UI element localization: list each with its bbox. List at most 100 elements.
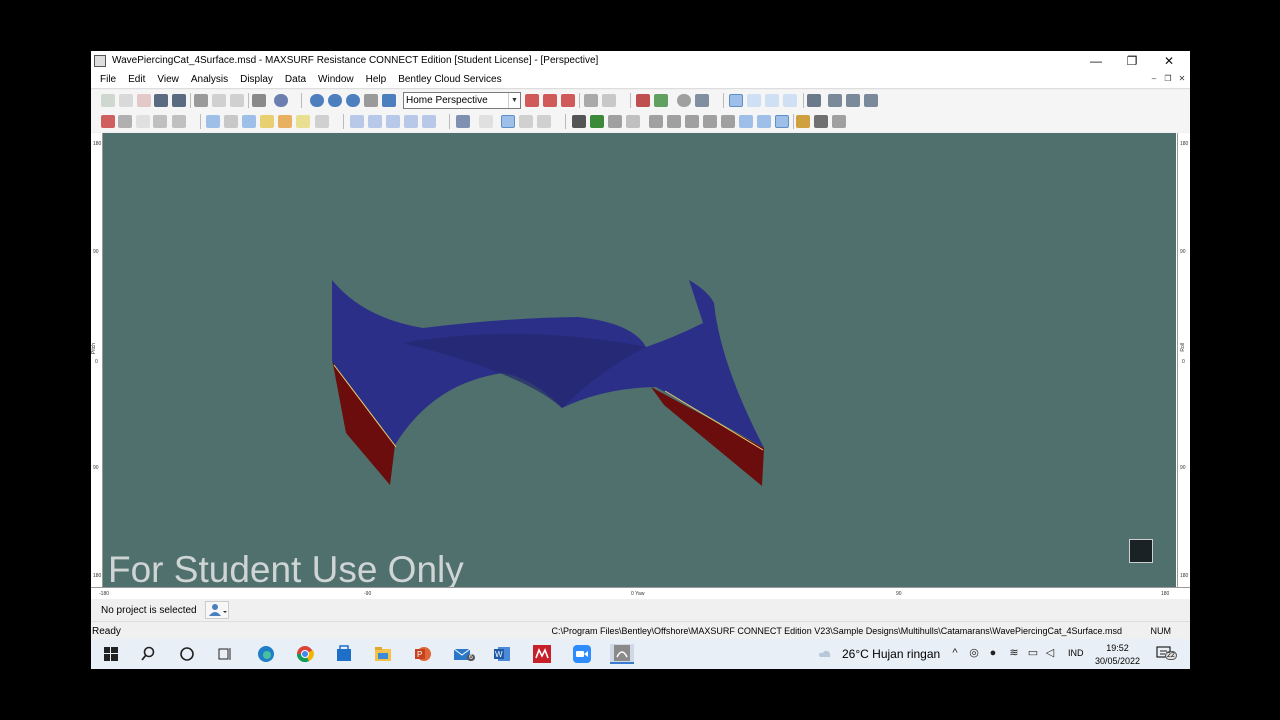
restore-home-icon[interactable] (561, 94, 575, 107)
query-icon[interactable] (572, 115, 586, 128)
paste-icon[interactable] (230, 94, 244, 107)
zoom-fit-icon[interactable] (346, 94, 360, 107)
save-all-icon[interactable] (172, 94, 186, 107)
chart-icon[interactable] (828, 94, 842, 107)
print-icon[interactable] (252, 94, 266, 107)
graph-icon[interactable] (654, 94, 668, 107)
arrows-icon[interactable] (739, 115, 753, 128)
cut-icon[interactable] (194, 94, 208, 107)
windows-start-icon[interactable] (101, 644, 121, 664)
layers-icon[interactable] (584, 94, 598, 107)
file-explorer-icon[interactable] (373, 644, 393, 664)
new-icon[interactable] (101, 94, 115, 107)
rotate-icon[interactable] (382, 94, 396, 107)
chevron-up-icon[interactable]: ^ (949, 647, 961, 660)
powerpoint-icon[interactable]: P (413, 644, 433, 664)
plane-icon[interactable] (667, 115, 681, 128)
zebra-icon[interactable] (296, 115, 310, 128)
mdi-restore-button[interactable]: ❐ (1163, 74, 1173, 84)
solve-icon[interactable] (677, 94, 691, 107)
view-body-plan-icon[interactable] (783, 94, 797, 107)
net-icon[interactable] (224, 115, 238, 128)
zoom-in-icon[interactable] (310, 94, 324, 107)
copy-icon[interactable] (212, 94, 226, 107)
word-icon[interactable]: W (492, 644, 512, 664)
buttocks-icon[interactable] (368, 115, 382, 128)
menu-display[interactable]: Display (234, 74, 279, 85)
project-user-button[interactable] (204, 601, 229, 619)
task-view-icon[interactable] (215, 644, 235, 664)
data-icon[interactable] (636, 94, 650, 107)
open-icon[interactable] (119, 94, 133, 107)
maximize-button[interactable]: ❐ (1114, 51, 1150, 70)
navigation-cube[interactable] (1129, 539, 1153, 563)
cortana-icon[interactable] (177, 644, 197, 664)
settings-icon[interactable] (172, 115, 186, 128)
set-home-icon[interactable] (543, 94, 557, 107)
pitch-ruler[interactable]: 180 90 Pitch 0 90 180 (91, 133, 103, 587)
font-icon[interactable] (136, 115, 150, 128)
box-select-icon[interactable] (501, 115, 515, 128)
tools-icon[interactable] (832, 115, 846, 128)
line-icon[interactable] (608, 115, 622, 128)
select-icon[interactable] (479, 115, 493, 128)
grid-icon[interactable] (118, 115, 132, 128)
store-icon[interactable] (334, 644, 354, 664)
flow-icon[interactable] (757, 115, 771, 128)
perspective-viewport[interactable]: For Student Use Only (103, 133, 1176, 587)
sections-icon[interactable] (350, 115, 364, 128)
axes-icon[interactable] (864, 94, 878, 107)
mdi-close-button[interactable]: ✕ (1177, 74, 1187, 84)
menu-bentley-cloud-services[interactable]: Bentley Cloud Services (392, 74, 507, 85)
menu-window[interactable]: Window (312, 74, 360, 85)
home-view-icon[interactable] (525, 94, 539, 107)
table-icon[interactable] (807, 94, 821, 107)
help-icon[interactable] (274, 94, 288, 107)
search-icon[interactable] (138, 644, 158, 664)
menu-data[interactable]: Data (279, 74, 312, 85)
view-profile-icon[interactable] (765, 94, 779, 107)
grid-lines-icon[interactable] (721, 115, 735, 128)
surface-icon[interactable] (206, 115, 220, 128)
mail-icon[interactable]: 6 (453, 644, 475, 664)
view-plan-icon[interactable] (747, 94, 761, 107)
zoom-meetings-icon[interactable] (572, 644, 592, 664)
plot-icon[interactable] (846, 94, 860, 107)
clock[interactable]: 19:52 30/05/2022 (1095, 642, 1140, 668)
chevron-down-icon[interactable]: ▼ (508, 93, 520, 108)
mdi-minimize-button[interactable]: ‒ (1149, 74, 1159, 84)
zoom-out-icon[interactable] (328, 94, 342, 107)
contours-icon[interactable] (242, 115, 256, 128)
menu-view[interactable]: View (151, 74, 185, 85)
waterline-plane-icon[interactable] (685, 115, 699, 128)
minimize-button[interactable]: — (1078, 51, 1114, 70)
menu-file[interactable]: File (94, 74, 122, 85)
menu-edit[interactable]: Edit (122, 74, 151, 85)
save-icon[interactable] (154, 94, 168, 107)
camera-icon[interactable] (695, 94, 709, 107)
eraser-icon[interactable] (626, 115, 640, 128)
render-icon[interactable] (602, 94, 616, 107)
home-icon[interactable] (101, 115, 115, 128)
draw-icon[interactable] (796, 115, 810, 128)
centroid-icon[interactable] (814, 115, 828, 128)
volume-icon[interactable]: ◁ (1044, 647, 1056, 660)
view-select[interactable]: Home Perspective ▼ (403, 92, 521, 109)
notification-center-icon[interactable]: 22 (1156, 645, 1178, 663)
close-file-icon[interactable] (137, 94, 151, 107)
microphone-icon[interactable]: ● (987, 647, 999, 660)
hide-icon[interactable] (315, 115, 329, 128)
view-perspective-icon[interactable] (729, 94, 743, 107)
maxsurf-resistance-icon[interactable] (610, 644, 634, 664)
edge-browser-icon[interactable] (256, 644, 276, 664)
pan-icon[interactable] (364, 94, 378, 107)
wifi-icon[interactable]: ≋ (1008, 647, 1020, 660)
menu-help[interactable]: Help (360, 74, 393, 85)
close-button[interactable]: ✕ (1151, 51, 1187, 70)
diagonals-icon[interactable] (404, 115, 418, 128)
yaw-ruler[interactable]: -180 -90 0 Yaw 90 180 (91, 587, 1190, 599)
measure-icon[interactable] (537, 115, 551, 128)
battery-icon[interactable]: ▭ (1027, 647, 1039, 660)
curve-icon[interactable] (649, 115, 663, 128)
frame-icon[interactable] (456, 115, 470, 128)
